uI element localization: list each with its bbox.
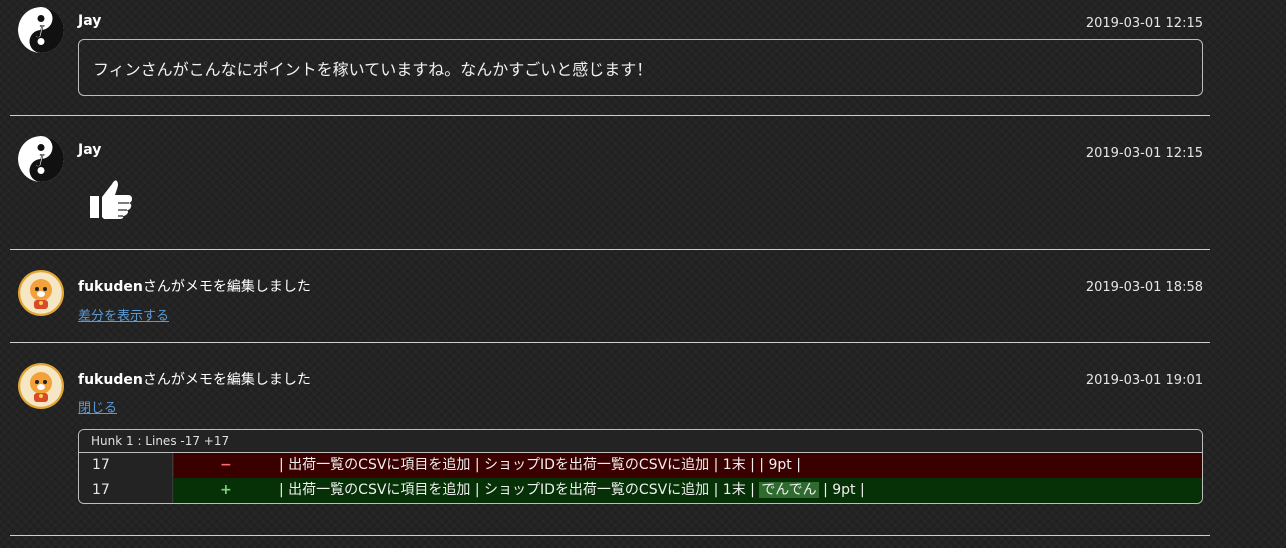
author-name: fukudenさんがメモを編集しました	[78, 369, 311, 389]
diff-code: − | 出荷一覧のCSVに項目を追加 | ショップIDを出荷一覧のCSVに追加 …	[174, 453, 1202, 478]
diff-panel: Hunk 1 : Lines -17 +17 17 − | 出荷一覧のCSVに項…	[78, 429, 1203, 504]
author-name: Jay	[78, 142, 102, 158]
diff-added-row: 17 + | 出荷一覧のCSVに項目を追加 | ショップIDを出荷一覧のCSVに…	[79, 478, 1202, 503]
jay-avatar[interactable]: J	[18, 7, 64, 53]
diff-text-after: | 9pt |	[818, 482, 865, 498]
fukuden-avatar[interactable]	[18, 363, 64, 409]
feed-entry: fukudenさんがメモを編集しました 2019-03-01 19:01 閉じる…	[10, 343, 1210, 536]
timestamp: 2019-03-01 12:15	[1085, 146, 1203, 161]
author-username: fukuden	[78, 372, 143, 388]
author-username: fukuden	[78, 279, 143, 295]
message-bubble: フィンさんがこんなにポイントを稼いていますね。なんかすごいと感じます！	[78, 39, 1203, 96]
fukuden-avatar[interactable]	[18, 270, 64, 316]
show-diff-link[interactable]: 差分を表示する	[78, 305, 169, 324]
feed-entry: fukudenさんがメモを編集しました 2019-03-01 18:58 差分を…	[10, 250, 1210, 343]
diff-highlight: でんでん	[759, 482, 819, 498]
jay-avatar[interactable]: J	[18, 136, 64, 182]
plus-icon: +	[220, 482, 232, 498]
timestamp: 2019-03-01 19:01	[1085, 373, 1203, 388]
feed-entry: J Jay 2019-03-01 12:15	[10, 116, 1210, 250]
minus-icon: −	[220, 457, 232, 473]
feed-entry: J Jay 2019-03-01 12:15 フィンさんがこんなにポイントを稼い…	[10, 0, 1210, 116]
diff-code: + | 出荷一覧のCSVに項目を追加 | ショップIDを出荷一覧のCSVに追加 …	[174, 478, 1202, 503]
author-name: Jay	[78, 13, 102, 29]
diff-text: | 出荷一覧のCSVに項目を追加 | ショップIDを出荷一覧のCSVに追加 | …	[279, 478, 865, 503]
close-diff-link[interactable]: 閉じる	[78, 397, 117, 416]
timestamp: 2019-03-01 12:15	[1085, 16, 1203, 31]
edit-action-text: さんがメモを編集しました	[142, 372, 311, 388]
line-number: 17	[79, 478, 173, 503]
line-number: 17	[79, 453, 173, 478]
message-text: フィンさんがこんなにポイントを稼いていますね。なんかすごいと感じます！	[93, 59, 653, 79]
diff-text: | 出荷一覧のCSVに項目を追加 | ショップIDを出荷一覧のCSVに追加 | …	[279, 457, 801, 473]
diff-removed-row: 17 − | 出荷一覧のCSVに項目を追加 | ショップIDを出荷一覧のCSVに…	[79, 453, 1202, 478]
timestamp: 2019-03-01 18:58	[1085, 280, 1203, 295]
edit-action-text: さんがメモを編集しました	[142, 279, 311, 295]
hunk-header: Hunk 1 : Lines -17 +17	[79, 430, 1202, 453]
activity-feed: J Jay 2019-03-01 12:15 フィンさんがこんなにポイントを稼い…	[10, 0, 1210, 536]
author-name: fukudenさんがメモを編集しました	[78, 276, 311, 296]
diff-text-before: | 出荷一覧のCSVに項目を追加 | ショップIDを出荷一覧のCSVに追加 | …	[279, 482, 760, 498]
thumbs-up-icon	[90, 180, 132, 219]
